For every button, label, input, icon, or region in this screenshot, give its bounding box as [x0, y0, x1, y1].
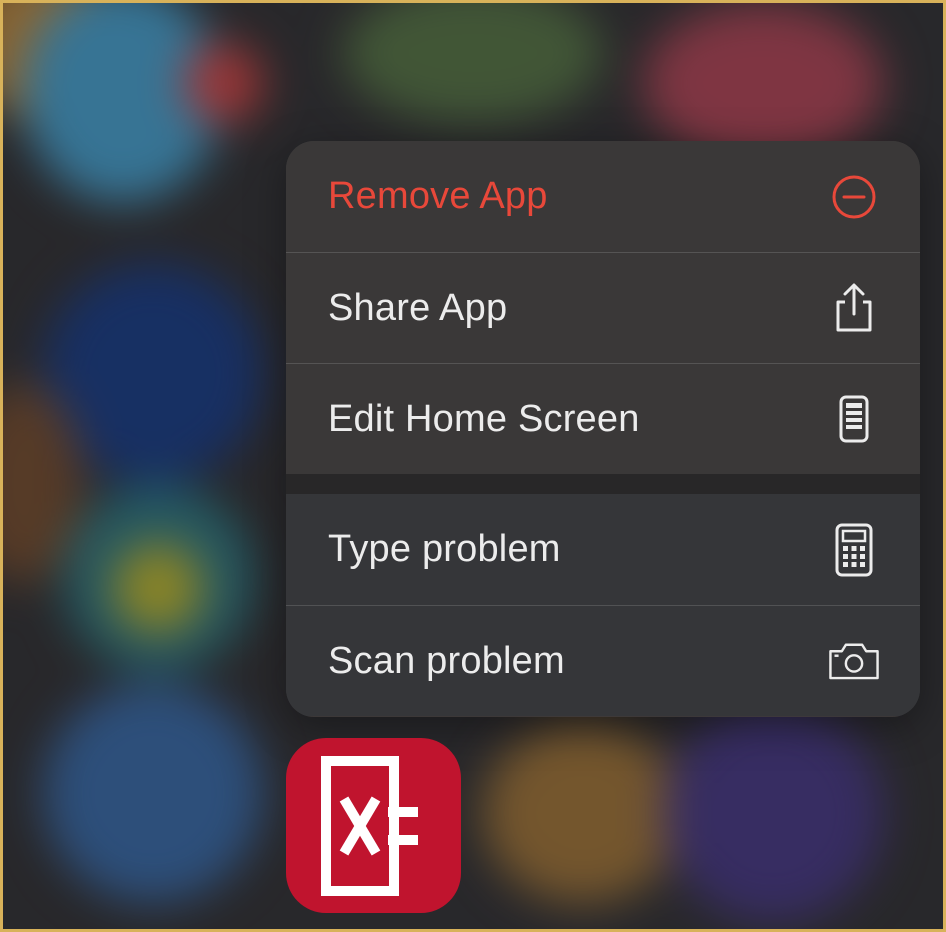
context-menu: Remove App Share App Edit Home Screen Ty… — [286, 141, 920, 717]
home-screen: Remove App Share App Edit Home Screen Ty… — [0, 0, 946, 932]
phone-icon — [828, 393, 880, 445]
share-app-label: Share App — [328, 286, 508, 329]
remove-app-label: Remove App — [328, 175, 548, 217]
system-actions-group: Remove App Share App Edit Home Screen — [286, 141, 920, 474]
edit-home-screen-item[interactable]: Edit Home Screen — [286, 363, 920, 474]
calculator-icon — [828, 523, 880, 576]
share-app-item[interactable]: Share App — [286, 252, 920, 363]
share-icon — [828, 282, 880, 334]
scan-problem-label: Scan problem — [328, 639, 565, 682]
app-actions-group: Type problem Scan problem — [286, 494, 920, 716]
photomath-app-icon[interactable] — [286, 738, 461, 913]
camera-icon — [828, 635, 880, 687]
edit-home-screen-label: Edit Home Screen — [328, 397, 640, 440]
minus-circle-icon — [828, 171, 880, 223]
photomath-icon — [320, 755, 418, 896]
type-problem-label: Type problem — [328, 528, 561, 570]
type-problem-item[interactable]: Type problem — [286, 494, 920, 605]
scan-problem-item[interactable]: Scan problem — [286, 605, 920, 716]
menu-section-separator — [286, 474, 920, 494]
remove-app-item[interactable]: Remove App — [286, 141, 920, 252]
